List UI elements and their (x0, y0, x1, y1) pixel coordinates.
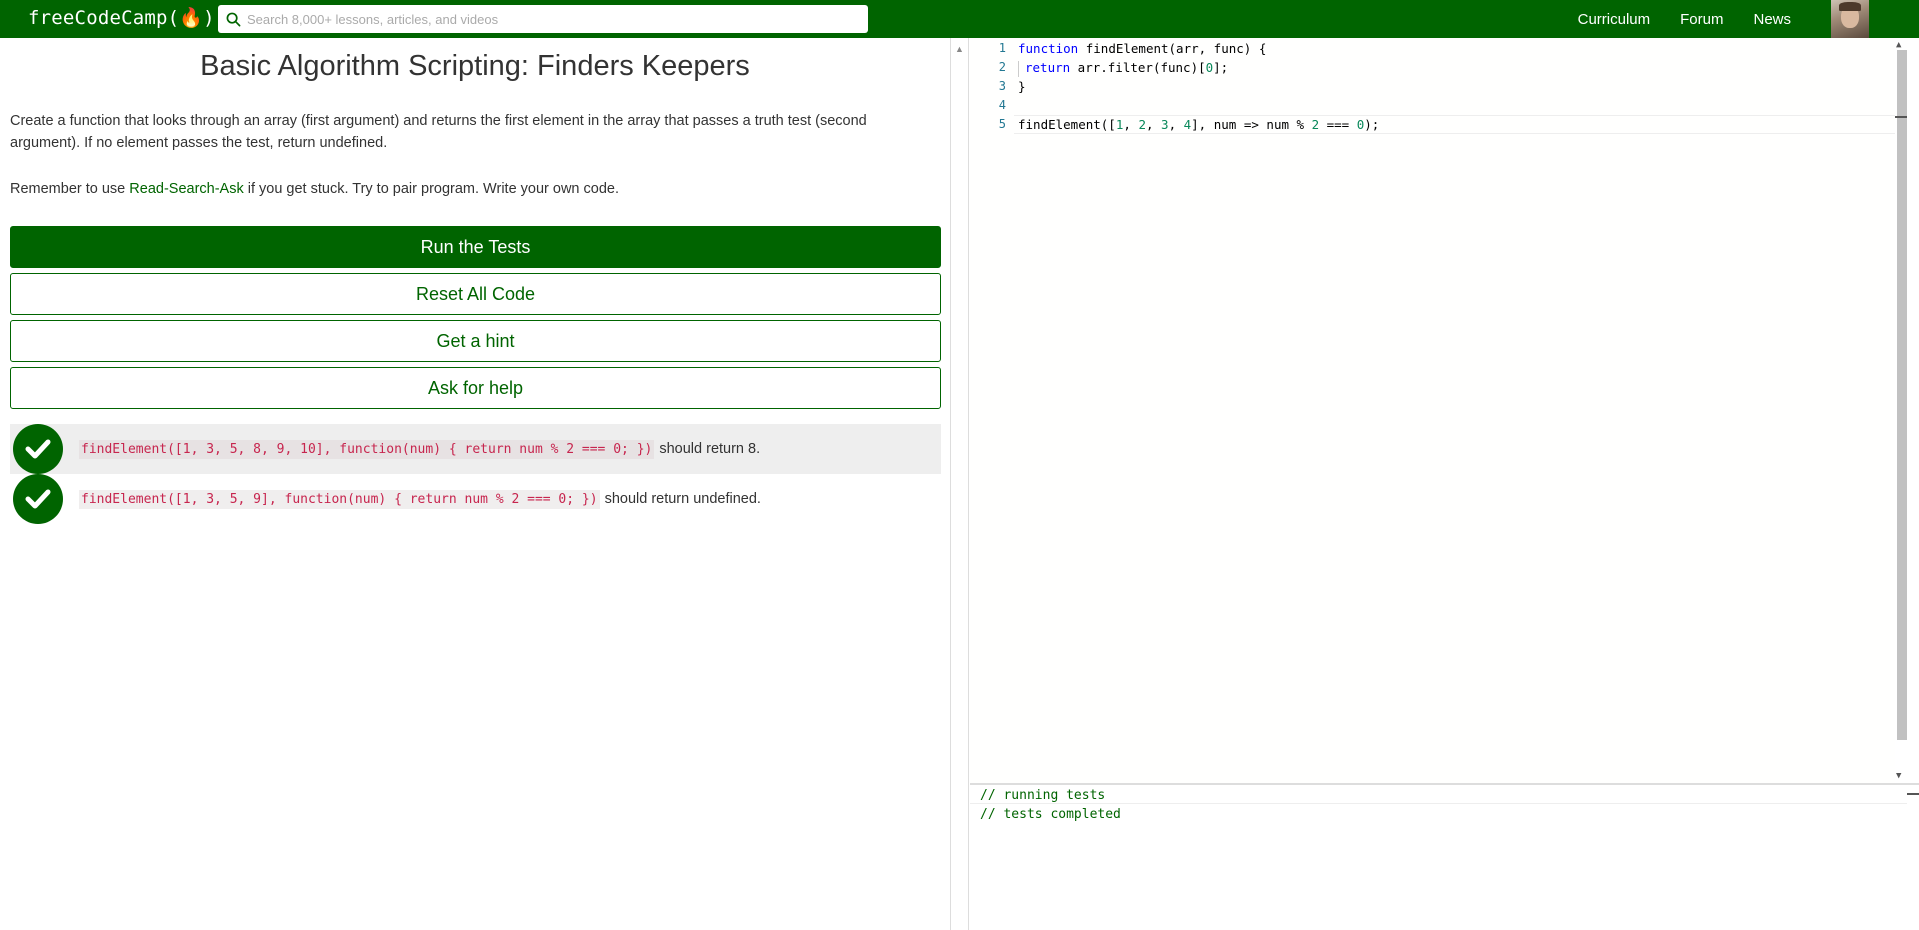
user-avatar[interactable] (1831, 0, 1869, 38)
top-navbar: freeCodeCamp(🔥) Curriculum Forum News (0, 0, 1919, 38)
scroll-up-icon[interactable]: ▲ (955, 44, 964, 54)
challenge-description: Create a function that looks through an … (10, 113, 867, 151)
test-code: findElement([1, 3, 5, 9], function(num) … (79, 489, 600, 509)
line-number: 3 (998, 79, 1006, 93)
test-row: findElement([1, 3, 5, 9], function(num) … (10, 474, 941, 524)
line-number: 2 (998, 60, 1006, 74)
console-separator (970, 803, 1907, 804)
line-number: 5 (998, 117, 1006, 131)
check-icon (13, 474, 63, 524)
console-line: // running tests (980, 788, 1106, 803)
challenge-title: Basic Algorithm Scripting: Finders Keepe… (200, 50, 750, 82)
test-expectation: should return undefined. (604, 491, 761, 507)
nav-link-curriculum[interactable]: Curriculum (1578, 11, 1651, 28)
code-editor[interactable]: 1 2 3 4 5 function findElement(arr, func… (970, 38, 1907, 783)
freecodecamp-logo[interactable]: freeCodeCamp(🔥) (28, 6, 215, 29)
nav-link-forum[interactable]: Forum (1680, 11, 1723, 28)
get-hint-button[interactable]: Get a hint (10, 320, 941, 362)
challenge-remember-text: Remember to use Read-Search-Ask if you g… (10, 178, 940, 200)
read-search-ask-link[interactable]: Read-Search-Ask (129, 181, 243, 197)
test-row: findElement([1, 3, 5, 8, 9, 10], functio… (10, 424, 941, 474)
remember-suffix: if you get stuck. Try to pair program. W… (243, 181, 619, 197)
line-number: 1 (998, 41, 1006, 55)
scrollbar-thumb[interactable] (1897, 50, 1907, 740)
search-icon (226, 12, 241, 26)
overview-ruler-marker (1895, 116, 1907, 118)
test-list: findElement([1, 3, 5, 8, 9, 10], functio… (10, 424, 941, 524)
output-console: // running tests // tests completed (970, 783, 1919, 930)
remember-prefix: Remember to use (10, 181, 130, 197)
console-line: // tests completed (980, 807, 1121, 822)
line-number: 4 (998, 98, 1006, 112)
test-code: findElement([1, 3, 5, 8, 9, 10], functio… (79, 439, 655, 459)
scroll-up-icon[interactable]: ▲ (1896, 40, 1901, 50)
reset-code-button[interactable]: Reset All Code (10, 273, 941, 315)
run-tests-button[interactable]: Run the Tests (10, 226, 941, 268)
console-scroll-marker (1907, 793, 1919, 795)
scroll-down-icon[interactable]: ▼ (1896, 771, 1901, 781)
panel-resize-handle[interactable]: ▲ (950, 38, 969, 930)
search-bar[interactable] (218, 5, 868, 33)
nav-link-news[interactable]: News (1753, 11, 1791, 28)
test-expectation: should return 8. (659, 441, 761, 457)
search-input[interactable] (247, 11, 837, 27)
code-line: findElement([1, 2, 3, 4], num => num % 2… (1018, 117, 1380, 132)
code-line: function findElement(arr, func) { (1018, 41, 1267, 56)
code-line: return arr.filter(func)[0]; (1018, 60, 1228, 77)
editor-scrollbar[interactable]: ▲ ▼ (1895, 38, 1907, 783)
nav-links: Curriculum Forum News (1578, 0, 1919, 38)
check-icon (13, 424, 63, 474)
challenge-panel: Basic Algorithm Scripting: Finders Keepe… (0, 38, 950, 930)
ask-for-help-button[interactable]: Ask for help (10, 367, 941, 409)
code-line: } (1018, 79, 1026, 94)
